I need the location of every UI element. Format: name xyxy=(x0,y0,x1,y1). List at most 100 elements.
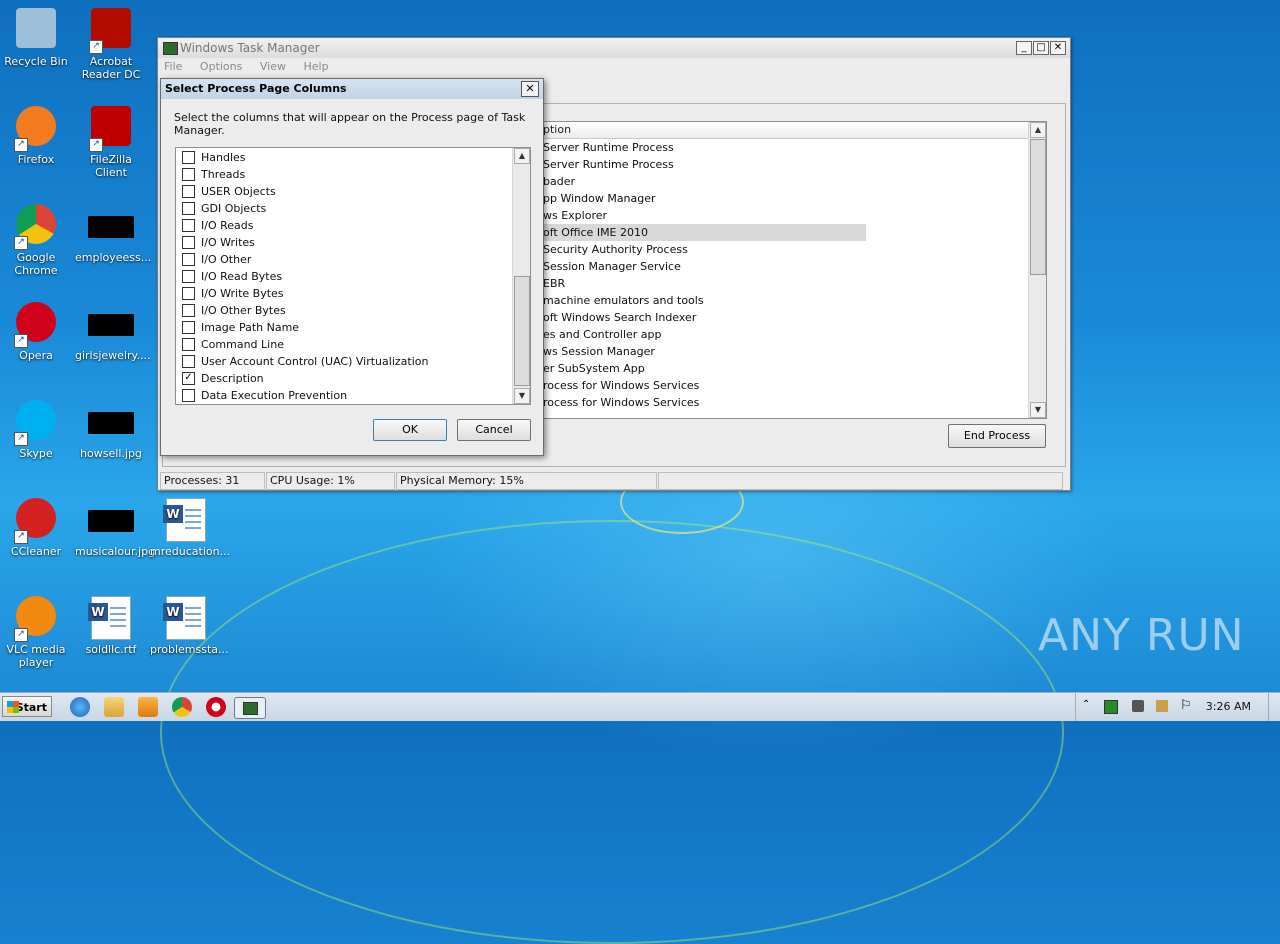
end-process-button[interactable]: End Process xyxy=(948,424,1046,448)
file-explorer-icon[interactable] xyxy=(104,697,124,717)
media-player-icon[interactable] xyxy=(138,697,158,717)
desktop-icon[interactable]: ↗ CCleaner xyxy=(0,498,72,558)
clock[interactable]: 3:26 AM xyxy=(1206,700,1251,713)
process-row[interactable]: ws Explorer xyxy=(543,207,607,224)
cancel-button[interactable]: Cancel xyxy=(457,419,531,441)
column-checkbox[interactable] xyxy=(182,184,195,198)
column-option[interactable]: GDI Objects xyxy=(182,200,266,217)
process-row[interactable]: er SubSystem App xyxy=(543,360,645,377)
process-row[interactable]: oft Office IME 2010 xyxy=(543,224,648,241)
column-checkbox[interactable] xyxy=(182,303,195,317)
process-row[interactable]: pp Window Manager xyxy=(543,190,656,207)
column-option[interactable]: I/O Read Bytes xyxy=(182,268,282,285)
column-checkbox[interactable]: ✓ xyxy=(182,371,195,385)
checklist-scroll-down-arrow[interactable]: ▼ xyxy=(514,388,530,404)
column-checkbox[interactable] xyxy=(182,337,195,351)
chrome-icon[interactable] xyxy=(172,697,192,717)
process-row[interactable]: ws Session Manager xyxy=(543,343,655,360)
desktop-icon[interactable]: ↗ FileZilla Client xyxy=(75,106,147,179)
column-option[interactable]: USER Objects xyxy=(182,183,276,200)
menu-options[interactable]: Options xyxy=(200,60,242,73)
process-row[interactable]: rocess for Windows Services xyxy=(543,377,699,394)
security-icon[interactable] xyxy=(1156,700,1168,712)
scroll-thumb[interactable] xyxy=(1030,139,1046,275)
select-columns-dialog[interactable]: Select Process Page Columns ✕ Select the… xyxy=(160,78,544,456)
process-row[interactable]: rocess for Windows Services xyxy=(543,394,699,411)
checklist-scrollbar[interactable]: ▲ ▼ xyxy=(512,148,530,404)
column-checkbox[interactable] xyxy=(182,150,195,164)
checklist-scroll-thumb[interactable] xyxy=(514,276,530,386)
desktop-icon[interactable]: ↗ VLC media player xyxy=(0,596,72,669)
desktop-icon[interactable]: ↗ Firefox xyxy=(0,106,72,166)
desktop-icon[interactable]: musicalour.jpg xyxy=(75,498,155,558)
maximize-button[interactable]: □ xyxy=(1033,41,1049,55)
column-option[interactable]: User Account Control (UAC) Virtualizatio… xyxy=(182,353,428,370)
minimize-button[interactable]: _ xyxy=(1016,41,1032,55)
start-button[interactable]: Start xyxy=(2,696,52,717)
process-row[interactable]: oft Windows Search Indexer xyxy=(543,309,696,326)
opera-icon[interactable] xyxy=(206,697,226,717)
task-manager-titlebar[interactable]: Windows Task Manager _ □ ✕ xyxy=(158,38,1070,58)
desktop-icon[interactable]: ↗ Acrobat Reader DC xyxy=(75,8,147,81)
desktop-icon[interactable]: ↗ Opera xyxy=(0,302,72,362)
desktop-icon[interactable]: ↗ Google Chrome xyxy=(0,204,72,277)
column-option[interactable]: Threads xyxy=(182,166,245,183)
checklist-scroll-up-arrow[interactable]: ▲ xyxy=(514,148,530,164)
column-option[interactable]: Handles xyxy=(182,149,246,166)
column-option[interactable]: I/O Reads xyxy=(182,217,253,234)
column-header-description[interactable]: ption xyxy=(539,122,870,139)
process-row[interactable]: Server Runtime Process xyxy=(543,156,674,173)
network-icon[interactable] xyxy=(1104,700,1118,714)
column-option[interactable]: ✓ Description xyxy=(182,370,264,387)
process-row[interactable]: EBR xyxy=(543,275,565,292)
column-checkbox[interactable] xyxy=(182,201,195,215)
desktop-icon[interactable]: Recycle Bin xyxy=(0,8,72,68)
column-checkbox[interactable] xyxy=(182,252,195,266)
desktop-icon[interactable]: Wmreducation... xyxy=(150,498,230,558)
process-row[interactable]: bader xyxy=(543,173,575,190)
flag-icon[interactable]: ⚐ xyxy=(1180,698,1192,713)
column-option[interactable]: I/O Write Bytes xyxy=(182,285,284,302)
column-checkbox[interactable] xyxy=(182,218,195,232)
task-manager-taskbar-icon[interactable] xyxy=(234,697,266,719)
column-header-empty[interactable] xyxy=(866,122,1033,139)
desktop-icon[interactable]: employeess... xyxy=(75,204,151,264)
column-option[interactable]: I/O Other xyxy=(182,251,251,268)
process-row[interactable]: Security Authority Process xyxy=(543,241,688,258)
menu-file[interactable]: File xyxy=(164,60,182,73)
close-button[interactable]: ✕ xyxy=(1050,41,1066,55)
menu-view[interactable]: View xyxy=(260,60,286,73)
show-desktop-button[interactable] xyxy=(1268,693,1280,721)
column-checkbox[interactable] xyxy=(182,269,195,283)
process-list-scrollbar[interactable]: ▲ ▼ xyxy=(1028,122,1046,418)
internet-explorer-icon[interactable] xyxy=(70,697,90,717)
column-option[interactable]: Command Line xyxy=(182,336,284,353)
desktop-icon[interactable]: girlsjewelry.... xyxy=(75,302,150,362)
menu-help[interactable]: Help xyxy=(303,60,328,73)
speaker-icon[interactable] xyxy=(1132,700,1144,712)
show-hidden-icons-icon[interactable]: ⌃ xyxy=(1082,699,1090,710)
desktop-icon[interactable]: howsell.jpg xyxy=(75,400,147,460)
column-checkbox[interactable] xyxy=(182,286,195,300)
column-checkbox[interactable] xyxy=(182,320,195,334)
dialog-close-button[interactable]: ✕ xyxy=(521,81,539,97)
process-row[interactable]: es and Controller app xyxy=(543,326,662,343)
scroll-down-arrow[interactable]: ▼ xyxy=(1030,402,1046,418)
desktop-icon[interactable]: Wproblemssta... xyxy=(150,596,229,656)
column-option[interactable]: I/O Writes xyxy=(182,234,255,251)
scroll-up-arrow[interactable]: ▲ xyxy=(1030,122,1046,138)
column-checklist[interactable]: Handles Threads USER Objects GDI Objects I/O… xyxy=(175,147,531,405)
column-checkbox[interactable] xyxy=(182,235,195,249)
ok-button[interactable]: OK xyxy=(373,419,447,441)
column-checkbox[interactable] xyxy=(182,388,195,402)
process-row[interactable]: Session Manager Service xyxy=(543,258,681,275)
process-row[interactable]: machine emulators and tools xyxy=(543,292,704,309)
column-option[interactable]: I/O Other Bytes xyxy=(182,302,286,319)
desktop-icon[interactable]: ↗ Skype xyxy=(0,400,72,460)
column-option[interactable]: Image Path Name xyxy=(182,319,299,336)
dialog-titlebar[interactable]: Select Process Page Columns ✕ xyxy=(161,79,543,99)
column-checkbox[interactable] xyxy=(182,167,195,181)
column-option[interactable]: Data Execution Prevention xyxy=(182,387,347,404)
process-row[interactable]: Server Runtime Process xyxy=(543,139,674,156)
desktop-icon[interactable]: Wsoldllc.rtf xyxy=(75,596,147,656)
